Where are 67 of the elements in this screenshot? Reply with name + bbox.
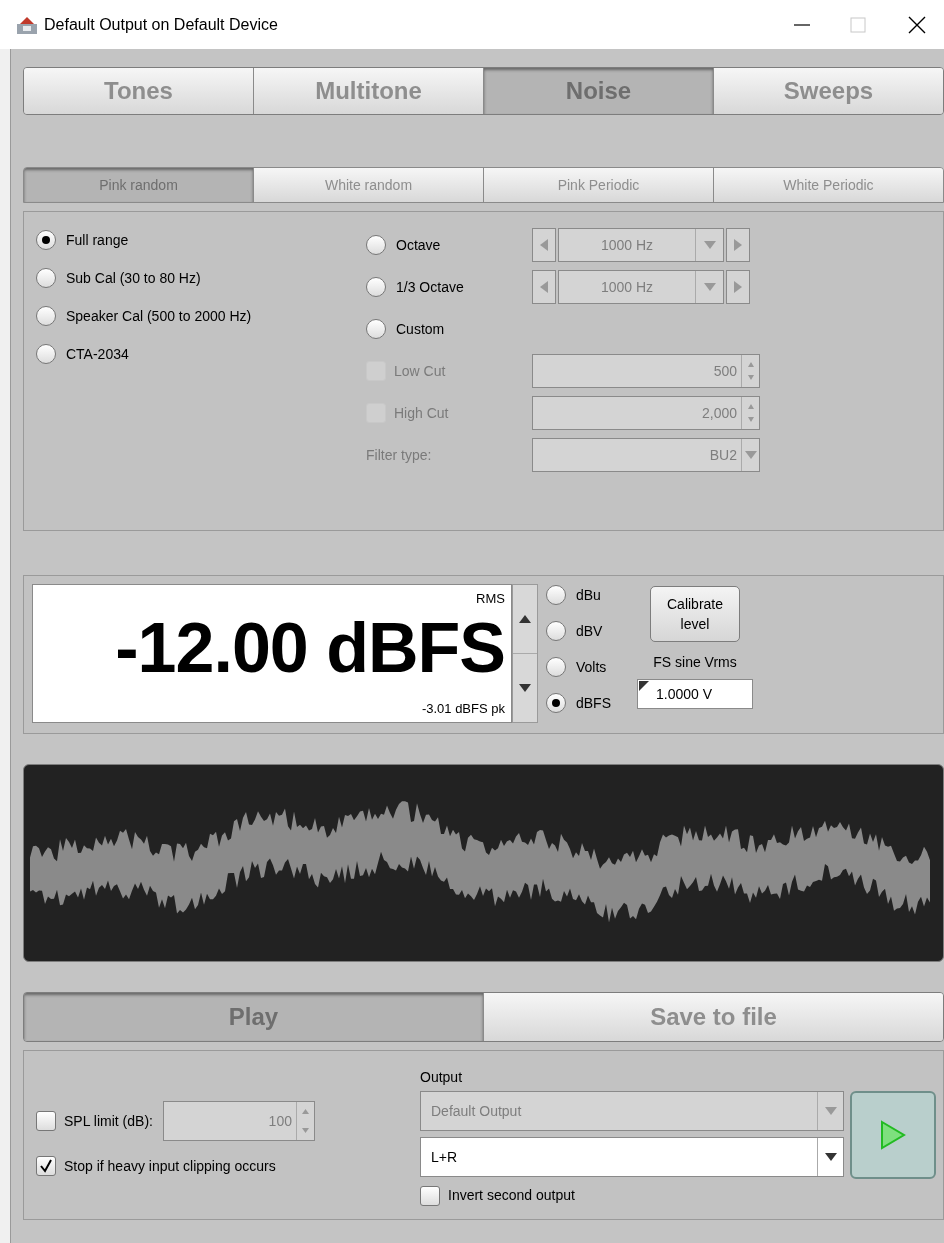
tab[interactable]: Sweeps [714,68,943,114]
right-arrow-button[interactable] [726,228,750,262]
tab[interactable]: Pink random [24,168,254,202]
filter-label: Low Cut [394,361,446,381]
app-icon [16,14,38,35]
fs-sine-label: FS sine Vrms [653,653,737,672]
unit-label: dBV [576,621,603,641]
right-arrow-icon [734,239,742,251]
right-arrow-icon [734,281,742,293]
left-arrow-button[interactable] [532,228,556,262]
peak-readout: -3.01 dBFS pk [421,699,505,718]
frequency-select[interactable]: 1000 Hz [558,270,724,304]
close-icon[interactable] [908,15,926,34]
left-arrow-icon [540,239,548,251]
action-tab[interactable]: Play [24,993,484,1041]
tab[interactable]: Tones [24,68,254,114]
unit-label: Volts [576,657,607,677]
radio-button[interactable] [36,268,56,288]
frequency-select[interactable]: 1000 Hz [558,228,724,262]
filter-label: High Cut [394,403,449,423]
filter-label: Filter type: [366,445,432,465]
radio-button[interactable] [36,306,56,326]
option-label: Octave [396,235,441,255]
tab[interactable]: White Periodic [714,168,943,202]
option-label: Custom [396,319,445,339]
play-icon [880,1120,906,1150]
level-mode: RMS [476,590,505,608]
tab[interactable]: Noise [484,68,714,114]
checkbox[interactable] [420,1185,440,1206]
unit-label: dBFS [576,693,611,713]
radio-button[interactable] [546,693,566,713]
play-button[interactable] [850,1091,936,1179]
radio-button[interactable] [366,277,386,297]
radio-button[interactable] [366,235,386,255]
corner-marker-icon [639,681,649,691]
checkbox[interactable] [36,1156,56,1176]
stop-clipping-label: Stop if heavy input clipping occurs [64,1156,276,1176]
level-readout: -12.00 dBFS [115,613,505,683]
option-label: Full range [66,230,129,250]
calibrate-level-button[interactable]: Calibrate level [650,586,740,642]
right-arrow-button[interactable] [726,270,750,304]
radio-button[interactable] [36,344,56,364]
option-label: 1/3 Octave [396,277,464,297]
radio-button[interactable] [36,230,56,250]
tab[interactable]: Multitone [254,68,484,114]
output-channels-select[interactable]: L+R [420,1137,844,1177]
radio-button[interactable] [366,319,386,339]
radio-button[interactable] [546,657,566,677]
window-title: Default Output on Default Device [44,14,278,35]
action-tab[interactable]: Save to file [484,993,943,1041]
unit-label: dBu [576,585,601,605]
output-label: Output [420,1068,464,1087]
left-arrow-icon [540,281,548,293]
radio-button[interactable] [546,585,566,605]
option-label: Sub Cal (30 to 80 Hz) [66,268,201,288]
radio-button[interactable] [546,621,566,641]
fs-sine-field[interactable]: 1.0000 V [637,679,753,709]
down-arrow-icon [519,684,531,692]
up-arrow-icon [519,615,531,623]
tab[interactable]: White random [254,168,484,202]
invert-output-label: Invert second output [448,1186,575,1205]
option-label: Speaker Cal (500 to 2000 Hz) [66,306,252,326]
dropdown-arrow-icon[interactable] [824,1153,837,1161]
tab[interactable]: Pink Periodic [484,168,714,202]
spl-limit-label: SPL limit (dB): [64,1111,153,1131]
left-arrow-button[interactable] [532,270,556,304]
option-label: CTA-2034 [66,344,129,364]
